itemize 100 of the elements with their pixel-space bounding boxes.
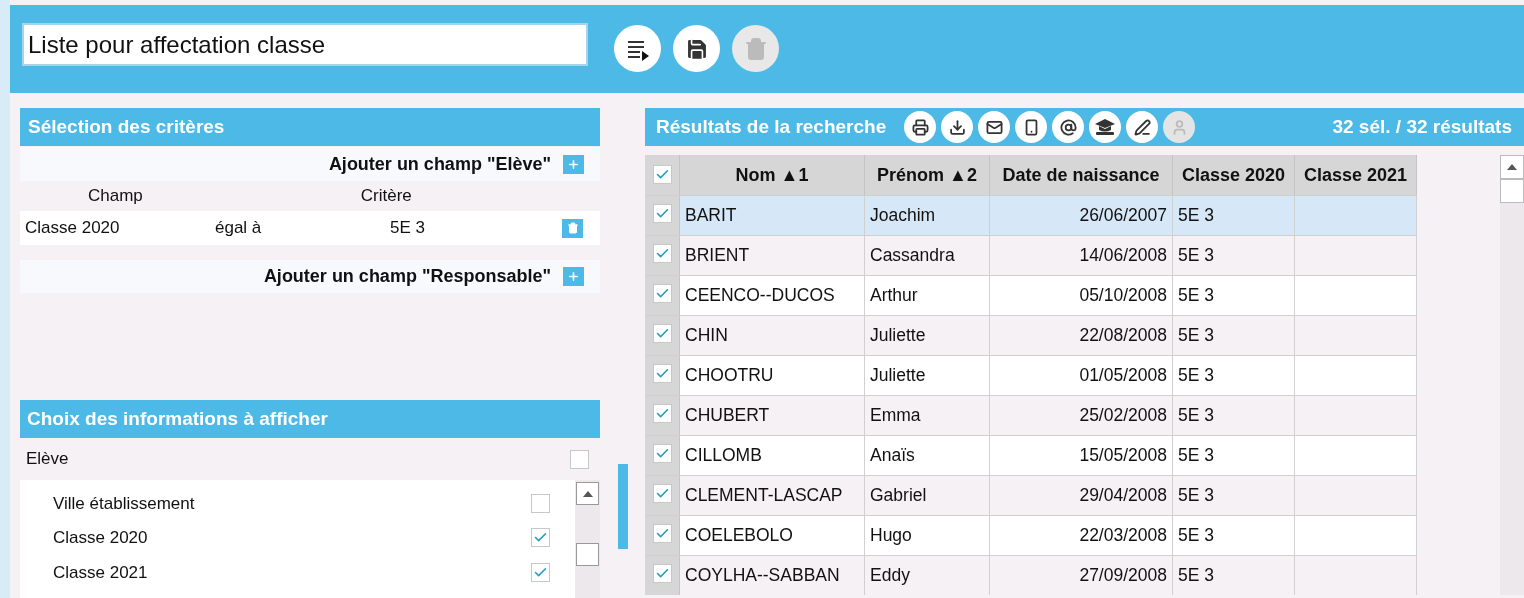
table-cell-text: BRIENT <box>685 244 750 268</box>
select-all-checkbox[interactable] <box>652 165 672 184</box>
table-cell-text: 27/09/2008 <box>1079 564 1167 588</box>
field-option: Ville établissement <box>53 490 195 516</box>
criterion-value: 5E 3 <box>390 217 426 240</box>
table-cell-text: Joachim <box>870 204 936 228</box>
table-cell-text: 5E 3 <box>1178 204 1214 228</box>
up-arrow-icon <box>582 490 593 497</box>
title-field[interactable]: Liste pour affectation classe <box>22 23 588 66</box>
checkbox[interactable] <box>570 449 589 469</box>
results-title: Résultats de la recherche <box>656 114 887 139</box>
add-button[interactable] <box>563 154 584 174</box>
group-label: Elève <box>26 448 69 471</box>
table-cell-text: 29/04/2008 <box>1079 484 1167 508</box>
table-row[interactable]: BARIT Joachim 26/06/2007 5E 3 <box>645 195 1417 235</box>
table-cell-text: COELEBOLO <box>685 524 793 548</box>
table-cell-text: Eddy <box>870 564 910 588</box>
table-cell-text: 5E 3 <box>1178 364 1214 388</box>
scrollbar-thumb[interactable] <box>1500 179 1524 203</box>
field-option: Classe 2020 <box>53 525 148 551</box>
table-cell-text: Anaïs <box>870 444 915 468</box>
table-row[interactable]: CHUBERT Emma 25/02/2008 5E 3 <box>645 395 1417 435</box>
table-row[interactable]: BRIENT Cassandra 14/06/2008 5E 3 <box>645 235 1417 275</box>
table-cell-text: 5E 3 <box>1178 484 1214 508</box>
column-header: Critère <box>360 185 412 208</box>
download-icon <box>948 118 966 136</box>
checkbox[interactable] <box>652 364 672 383</box>
table-cell-text: 5E 3 <box>1178 244 1214 268</box>
table-row[interactable]: CHOOTRU Juliette 01/05/2008 5E 3 <box>645 355 1417 395</box>
table-cell-text: 22/03/2008 <box>1079 524 1167 548</box>
table-cell-text: Arthur <box>870 284 918 308</box>
checkbox[interactable] <box>652 484 672 503</box>
splitter-handle[interactable] <box>617 464 628 549</box>
plus-icon <box>567 270 580 283</box>
field-option: Classe 2021 <box>53 559 148 585</box>
checkbox[interactable] <box>652 564 672 583</box>
table-row[interactable]: CLEMENT-LASCAP Gabriel 29/04/2008 5E 3 <box>645 475 1417 515</box>
table-cell-text: 14/06/2008 <box>1079 244 1167 268</box>
table-cell-text: 5E 3 <box>1178 404 1214 428</box>
table-cell-text: CHUBERT <box>685 404 770 428</box>
checkbox[interactable] <box>531 493 550 513</box>
table-cell-text: COYLHA--SABBAN <box>685 564 840 588</box>
hat-button[interactable] <box>1089 111 1122 143</box>
table-row[interactable]: COYLHA--SABBAN Eddy 27/09/2008 5E 3 <box>645 555 1417 595</box>
graduation-cap-icon <box>1094 118 1117 136</box>
table-cell-text: 15/05/2008 <box>1079 444 1167 468</box>
printer-icon <box>911 118 929 136</box>
add-field-label: Ajouter un champ "Elève" <box>328 152 551 176</box>
download-button[interactable] <box>941 111 974 143</box>
table-cell-text: 5E 3 <box>1178 564 1214 588</box>
checkbox[interactable] <box>652 324 672 343</box>
table-cell-text: Hugo <box>870 524 912 548</box>
save-button[interactable] <box>673 25 720 72</box>
table-cell-text: CHOOTRU <box>685 364 774 388</box>
checkbox[interactable] <box>531 562 550 582</box>
table-cell-text: CILLOMB <box>685 444 762 468</box>
table-row[interactable]: CEENCO--DUCOS Arthur 05/10/2008 5E 3 <box>645 275 1417 315</box>
table-cell-text: 25/02/2008 <box>1079 404 1167 428</box>
criterion-field: Classe 2020 <box>25 215 215 241</box>
checkbox[interactable] <box>652 404 672 423</box>
mail-icon <box>985 118 1003 136</box>
table-cell-text: 26/06/2007 <box>1079 204 1167 228</box>
checkbox[interactable] <box>652 204 672 223</box>
panel-header: Sélection des critères <box>20 108 600 146</box>
table-cell-text: 01/05/2008 <box>1079 364 1167 388</box>
scrollbar[interactable] <box>1500 155 1524 595</box>
table-cell-text: Juliette <box>870 324 926 348</box>
phone-button[interactable] <box>1015 111 1048 143</box>
add-field-label: Ajouter un champ "Responsable" <box>263 265 551 288</box>
checkbox[interactable] <box>652 524 672 543</box>
checkbox[interactable] <box>652 284 672 303</box>
checkbox[interactable] <box>652 244 672 263</box>
table-row[interactable]: CHIN Juliette 22/08/2008 5E 3 <box>645 315 1417 355</box>
print-button[interactable] <box>904 111 937 143</box>
at-button[interactable] <box>1052 111 1085 143</box>
table-cell-text: Juliette <box>870 364 926 388</box>
table-cell-text: 22/08/2008 <box>1079 324 1167 348</box>
mail-button[interactable] <box>978 111 1011 143</box>
sign-button[interactable] <box>1126 111 1159 143</box>
checkbox[interactable] <box>652 444 672 463</box>
panel-header: Choix des informations à afficher <box>20 400 600 438</box>
table-cell-text: Gabriel <box>870 484 927 508</box>
table-cell-text: Cassandra <box>870 244 955 268</box>
delete-button[interactable] <box>562 218 583 238</box>
table-row[interactable]: COELEBOLO Hugo 22/03/2008 5E 3 <box>645 515 1417 555</box>
table-cell-text: CEENCO--DUCOS <box>685 284 835 308</box>
table-cell-text: BARIT <box>685 204 737 228</box>
table-cell-text: 05/10/2008 <box>1079 284 1167 308</box>
run-button[interactable] <box>614 25 661 72</box>
scrollbar[interactable] <box>575 480 600 598</box>
table-row[interactable]: CILLOMB Anaïs 15/05/2008 5E 3 <box>645 435 1417 475</box>
plus-icon <box>567 157 580 171</box>
table-cell-text: 5E 3 <box>1178 284 1214 308</box>
trash-icon <box>566 222 579 234</box>
checkbox[interactable] <box>531 528 550 548</box>
table-cell-text: 5E 3 <box>1178 524 1214 548</box>
scrollbar-thumb[interactable] <box>576 543 599 566</box>
result-count: 32 sél. / 32 résultats <box>1332 114 1512 139</box>
criterion-operator: égal à <box>215 217 263 240</box>
add-button[interactable] <box>563 267 584 286</box>
